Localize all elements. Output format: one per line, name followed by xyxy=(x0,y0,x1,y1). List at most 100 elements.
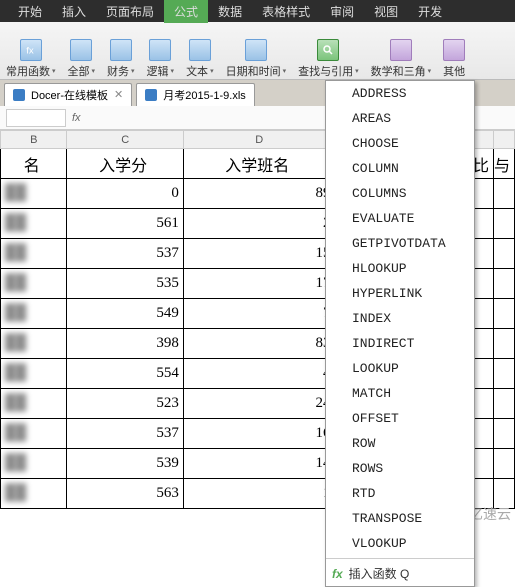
dropdown-item-hyperlink[interactable]: HYPERLINK xyxy=(326,281,474,306)
dropdown-item-transpose[interactable]: TRANSPOSE xyxy=(326,506,474,531)
cell[interactable]: 14 xyxy=(183,449,335,479)
dropdown-item-lookup[interactable]: LOOKUP xyxy=(326,356,474,381)
col-head[interactable]: C xyxy=(67,131,183,149)
doc-tab-docer[interactable]: Docer-在线模板 ✕ xyxy=(4,83,132,106)
dropdown-item-address[interactable]: ADDRESS xyxy=(326,81,474,106)
dropdown-item-column[interactable]: COLUMN xyxy=(326,156,474,181)
cell[interactable]: 7 xyxy=(183,299,335,329)
cell[interactable]: 535 xyxy=(67,269,183,299)
menu-insert[interactable]: 插入 xyxy=(52,0,96,23)
dropdown-item-columns[interactable]: COLUMNS xyxy=(326,181,474,206)
ribbon-text[interactable]: 文本▾ xyxy=(180,26,220,79)
cell[interactable]: 与 xyxy=(493,149,514,179)
dropdown-insert-function[interactable]: fx 插入函数 Q xyxy=(326,561,474,586)
cell[interactable] xyxy=(493,329,514,359)
cell[interactable]: 554 xyxy=(67,359,183,389)
cell[interactable] xyxy=(472,269,493,299)
dropdown-item-evaluate[interactable]: EVALUATE xyxy=(326,206,474,231)
cell[interactable] xyxy=(493,389,514,419)
cell[interactable] xyxy=(493,419,514,449)
cell[interactable]: ██ xyxy=(1,479,67,509)
dropdown-item-areas[interactable]: AREAS xyxy=(326,106,474,131)
menu-review[interactable]: 审阅 xyxy=(320,0,364,23)
cell[interactable] xyxy=(472,209,493,239)
cell[interactable]: 537 xyxy=(67,419,183,449)
cell[interactable]: 83 xyxy=(183,329,335,359)
ribbon-math-trig[interactable]: 数学和三角▾ xyxy=(365,26,438,79)
cell[interactable]: 15 xyxy=(183,239,335,269)
cell[interactable] xyxy=(493,449,514,479)
cell[interactable]: 1 xyxy=(183,479,335,509)
cell[interactable]: ██ xyxy=(1,449,67,479)
cell[interactable]: ██ xyxy=(1,389,67,419)
cell[interactable]: 2 xyxy=(183,209,335,239)
cell[interactable] xyxy=(472,359,493,389)
dropdown-item-index[interactable]: INDEX xyxy=(326,306,474,331)
cell[interactable]: ██ xyxy=(1,299,67,329)
name-box[interactable] xyxy=(6,109,66,127)
cell[interactable]: 0 xyxy=(67,179,183,209)
cell[interactable] xyxy=(472,239,493,269)
cell[interactable] xyxy=(493,269,514,299)
cell[interactable] xyxy=(493,209,514,239)
cell[interactable]: 17 xyxy=(183,269,335,299)
doc-tab-exam[interactable]: 月考2015-1-9.xls xyxy=(136,83,255,106)
cell[interactable]: 398 xyxy=(67,329,183,359)
cell[interactable]: 入学分 xyxy=(67,149,183,179)
menu-view[interactable]: 视图 xyxy=(364,0,408,23)
dropdown-item-offset[interactable]: OFFSET xyxy=(326,406,474,431)
ribbon-all[interactable]: 全部▾ xyxy=(62,26,102,79)
menu-start[interactable]: 开始 xyxy=(8,0,52,23)
dropdown-item-indirect[interactable]: INDIRECT xyxy=(326,331,474,356)
cell[interactable]: 539 xyxy=(67,449,183,479)
cell[interactable]: ██ xyxy=(1,239,67,269)
col-head[interactable]: D xyxy=(183,131,335,149)
ribbon-other[interactable]: 其他 xyxy=(437,26,471,79)
dropdown-item-vlookup[interactable]: VLOOKUP xyxy=(326,531,474,556)
menu-dev[interactable]: 开发 xyxy=(408,0,452,23)
close-icon[interactable]: ✕ xyxy=(114,88,123,101)
ribbon-lookup-reference[interactable]: 查找与引用▾ xyxy=(292,26,365,79)
dropdown-item-getpivotdata[interactable]: GETPIVOTDATA xyxy=(326,231,474,256)
cell[interactable]: ██ xyxy=(1,269,67,299)
cell[interactable]: 24 xyxy=(183,389,335,419)
dropdown-item-row[interactable]: ROW xyxy=(326,431,474,456)
cell[interactable] xyxy=(493,299,514,329)
cell[interactable] xyxy=(493,239,514,269)
cell[interactable]: 561 xyxy=(67,209,183,239)
cell[interactable] xyxy=(493,359,514,389)
fx-icon[interactable]: fx xyxy=(72,112,81,124)
menu-pagelayout[interactable]: 页面布局 xyxy=(96,0,164,23)
ribbon-datetime[interactable]: 日期和时间▾ xyxy=(220,26,293,79)
cell[interactable]: 16 xyxy=(183,419,335,449)
cell[interactable] xyxy=(472,179,493,209)
menu-data[interactable]: 数据 xyxy=(208,0,252,23)
menu-formula[interactable]: 公式 xyxy=(164,0,208,23)
ribbon-logical[interactable]: 逻辑▾ xyxy=(141,26,181,79)
cell[interactable] xyxy=(472,449,493,479)
menu-tablestyle[interactable]: 表格样式 xyxy=(252,0,320,23)
cell[interactable]: 4 xyxy=(183,359,335,389)
dropdown-item-hlookup[interactable]: HLOOKUP xyxy=(326,256,474,281)
cell[interactable]: 89 xyxy=(183,179,335,209)
dropdown-item-choose[interactable]: CHOOSE xyxy=(326,131,474,156)
cell[interactable]: ██ xyxy=(1,179,67,209)
dropdown-item-rtd[interactable]: RTD xyxy=(326,481,474,506)
cell[interactable]: 549 xyxy=(67,299,183,329)
cell[interactable]: 名 xyxy=(1,149,67,179)
cell[interactable]: 523 xyxy=(67,389,183,419)
col-head[interactable]: B xyxy=(1,131,67,149)
cell[interactable] xyxy=(472,389,493,419)
cell[interactable]: ██ xyxy=(1,329,67,359)
cell[interactable]: 563 xyxy=(67,479,183,509)
cell[interactable]: ██ xyxy=(1,359,67,389)
cell[interactable]: ██ xyxy=(1,419,67,449)
dropdown-item-match[interactable]: MATCH xyxy=(326,381,474,406)
ribbon-common-functions[interactable]: fx 常用函数▾ xyxy=(0,26,62,79)
cell[interactable]: 入学班名 xyxy=(183,149,335,179)
cell[interactable] xyxy=(472,419,493,449)
cell[interactable]: 537 xyxy=(67,239,183,269)
cell[interactable]: 比 xyxy=(472,149,493,179)
cell[interactable] xyxy=(472,299,493,329)
cell[interactable] xyxy=(472,329,493,359)
